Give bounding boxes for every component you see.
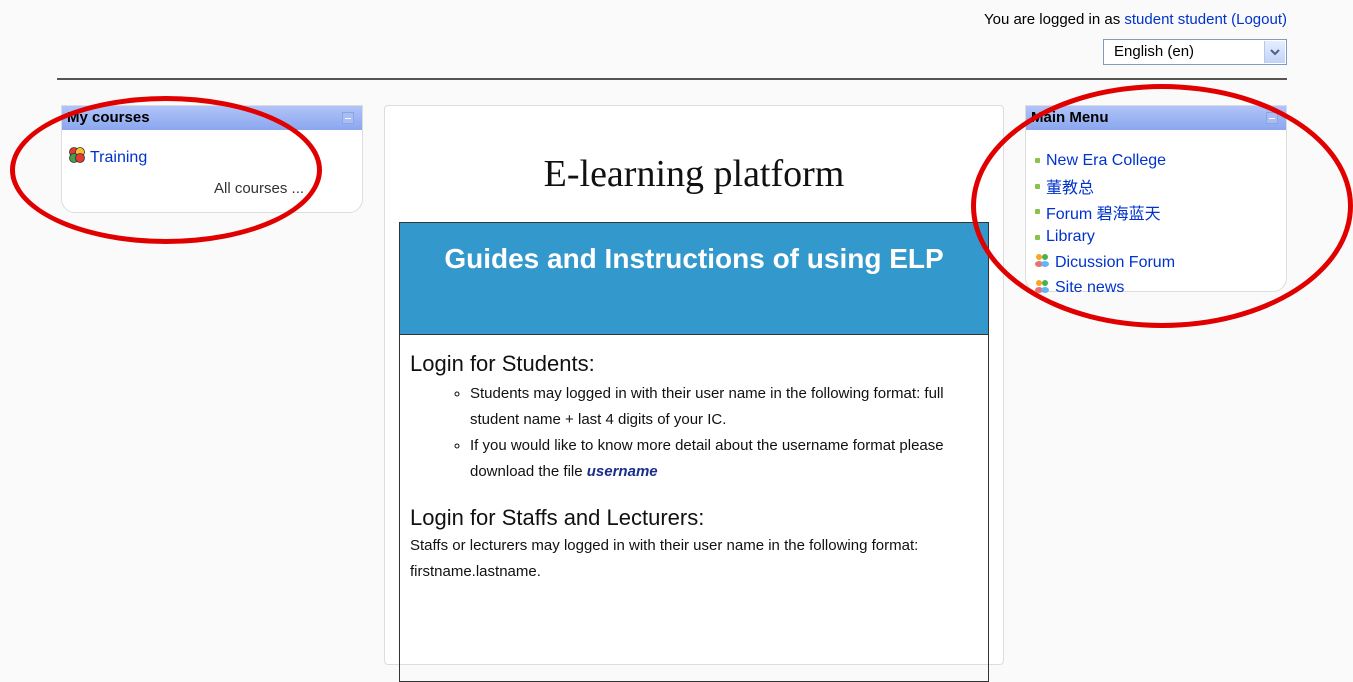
course-icon [68, 146, 86, 169]
staff-instructions: Staffs or lecturers may logged in with t… [410, 537, 919, 580]
page-header: You are logged in as student student (Lo… [57, 0, 1287, 80]
menu-item-new-era-college[interactable]: New Era College [1034, 148, 1175, 174]
username-file-link[interactable]: username [587, 463, 658, 480]
menu-item-site-news[interactable]: Site news [1034, 276, 1175, 302]
main-menu-title: Main Menu [1031, 109, 1109, 126]
menu-link[interactable]: Dicussion Forum [1055, 254, 1175, 272]
language-selected-value: English (en) [1114, 43, 1195, 60]
course-item-training[interactable]: Training [68, 146, 147, 169]
list-item: If you would like to know more detail ab… [470, 433, 988, 485]
bullet-icon [1035, 183, 1040, 189]
bullet-icon [1035, 158, 1040, 164]
bullet-icon [1035, 209, 1040, 215]
user-profile-link[interactable]: student student [1124, 11, 1227, 28]
guide-box: Guides and Instructions of using ELP Log… [399, 222, 989, 682]
menu-item-dongjiaozong[interactable]: 董教总 [1034, 174, 1175, 200]
main-menu-list: New Era College 董教总 Forum 碧海蓝天 Library D… [1034, 148, 1175, 301]
all-courses-link[interactable]: All courses ... [214, 180, 304, 197]
main-menu-header: Main Menu [1026, 106, 1286, 130]
students-heading: Login for Students: [410, 351, 595, 376]
forum-icon [1034, 253, 1050, 272]
login-info: You are logged in as student student (Lo… [984, 11, 1287, 28]
login-prefix: You are logged in as [983, 11, 1125, 28]
menu-link[interactable]: Library [1046, 228, 1095, 246]
staff-heading: Login for Staffs and Lecturers: [410, 505, 705, 530]
menu-link[interactable]: Site news [1055, 279, 1124, 297]
menu-item-forum[interactable]: Forum 碧海蓝天 [1034, 199, 1175, 225]
menu-link[interactable]: Forum 碧海蓝天 [1046, 200, 1161, 224]
menu-link[interactable]: New Era College [1046, 152, 1166, 170]
my-courses-title: My courses [67, 109, 150, 126]
menu-link[interactable]: 董教总 [1046, 174, 1094, 198]
list-item: Students may logged in with their user n… [470, 381, 988, 433]
collapse-icon[interactable] [1266, 112, 1278, 124]
main-menu-block: Main Menu New Era College 董教总 Forum 碧海蓝天… [1025, 105, 1287, 296]
student-instructions: Students may logged in with their user n… [400, 381, 988, 485]
logout-link[interactable]: (Logout) [1231, 11, 1287, 28]
collapse-icon[interactable] [342, 112, 354, 124]
list-item-text: If you would like to know more detail ab… [470, 437, 944, 480]
my-courses-block: My courses Training All courses ... [61, 105, 363, 213]
chevron-down-icon[interactable] [1264, 41, 1285, 63]
language-select[interactable]: English (en) [1103, 39, 1287, 65]
course-link-training[interactable]: Training [90, 149, 147, 167]
my-courses-header: My courses [62, 106, 362, 130]
forum-icon [1034, 279, 1050, 298]
menu-item-discussion-forum[interactable]: Dicussion Forum [1034, 250, 1175, 276]
menu-item-library[interactable]: Library [1034, 225, 1175, 251]
main-content: E-learning platform Guides and Instructi… [384, 105, 1004, 682]
guide-title: Guides and Instructions of using ELP [400, 223, 988, 335]
bullet-icon [1035, 234, 1040, 240]
site-title: E-learning platform [543, 153, 845, 195]
